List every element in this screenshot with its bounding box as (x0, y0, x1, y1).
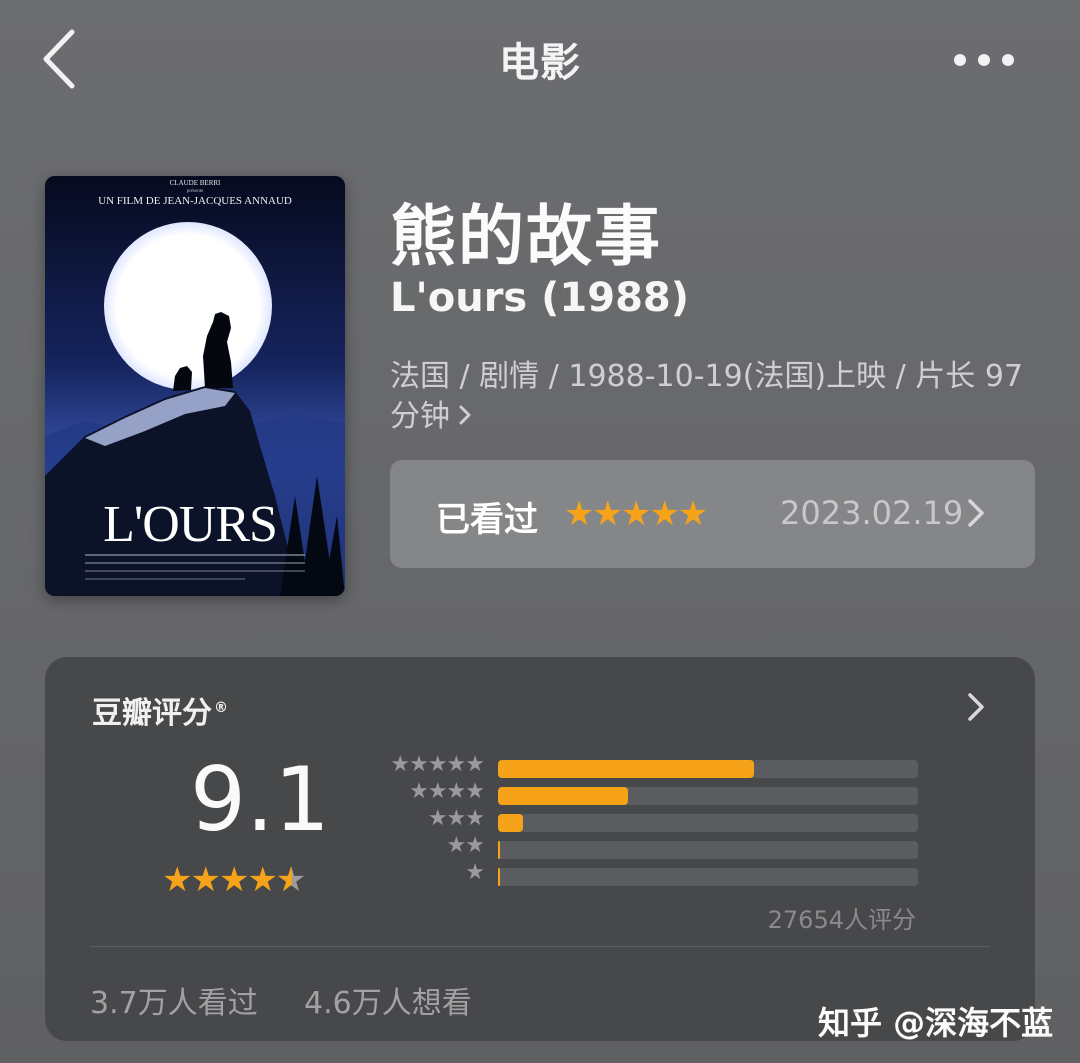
distribution-stars: ★★★★ (409, 779, 485, 804)
poster-presenter: CLAUDE BERRI (170, 179, 221, 187)
chevron-right-icon (458, 397, 472, 437)
page-title: 电影 (499, 40, 581, 86)
distribution-row: ★★★★ (376, 779, 936, 805)
distribution-row: ★★ (376, 833, 936, 859)
distribution-bar-track (498, 841, 918, 859)
poster-presents: présente (187, 189, 204, 194)
movie-title-en: L'ours (1988) (390, 275, 690, 321)
rating-title[interactable]: 豆瓣评分 ® (92, 688, 228, 732)
distribution-stars: ★★★★★ (390, 752, 485, 777)
trademark: ® (214, 700, 228, 716)
distribution-bar-track (498, 814, 918, 832)
chevron-right-icon[interactable] (966, 690, 986, 724)
more-dots-icon[interactable] (948, 48, 1020, 72)
distribution-stars: ★★ (446, 833, 485, 858)
movie-meta-text: 法国 / 剧情 / 1988-10-19(法国)上映 / 片长 97分钟 (390, 359, 1024, 434)
movie-poster[interactable]: CLAUDE BERRI présente UN FILM DE JEAN-JA… (45, 176, 345, 596)
rating-stars: ★★★★★ ★ (162, 860, 306, 900)
distribution-bar-fill (498, 760, 755, 778)
watched-count[interactable]: 3.7万人看过 (90, 978, 258, 1022)
want-count[interactable]: 4.6万人想看 (304, 978, 472, 1022)
watched-label: 已看过 (436, 500, 538, 540)
distribution-bar-track (498, 868, 918, 886)
distribution-row: ★★★★★ (376, 752, 936, 778)
chevron-right-icon (966, 496, 986, 530)
distribution-bar-fill (498, 787, 629, 805)
movie-title-cn: 熊的故事 (390, 198, 662, 275)
distribution-row: ★★★ (376, 806, 936, 832)
distribution-bar-track (498, 787, 918, 805)
my-rating-stars: ★★★★★ (564, 494, 708, 534)
distribution-stars: ★ (465, 860, 485, 885)
rating-count: 27654人评分 (767, 906, 916, 934)
rating-score: 9.1 (190, 748, 330, 851)
distribution-row: ★ (376, 860, 936, 886)
distribution-stars: ★★★ (427, 806, 485, 831)
distribution-bar-fill (498, 841, 501, 859)
rating-title-text: 豆瓣评分 (92, 696, 212, 731)
distribution-bar-fill (498, 868, 501, 886)
watermark: 知乎 @深海不蓝 (818, 1004, 1054, 1042)
poster-title: L'OURS (103, 496, 277, 553)
movie-meta[interactable]: 法国 / 剧情 / 1988-10-19(法国)上映 / 片长 97分钟 (390, 357, 1040, 437)
poster-director-line: UN FILM DE JEAN-JACQUES ANNAUD (98, 195, 292, 207)
divider (90, 946, 990, 947)
distribution-bar-fill (498, 814, 524, 832)
watched-date: 2023.02.19 (780, 494, 964, 532)
distribution-bar-track (498, 760, 918, 778)
